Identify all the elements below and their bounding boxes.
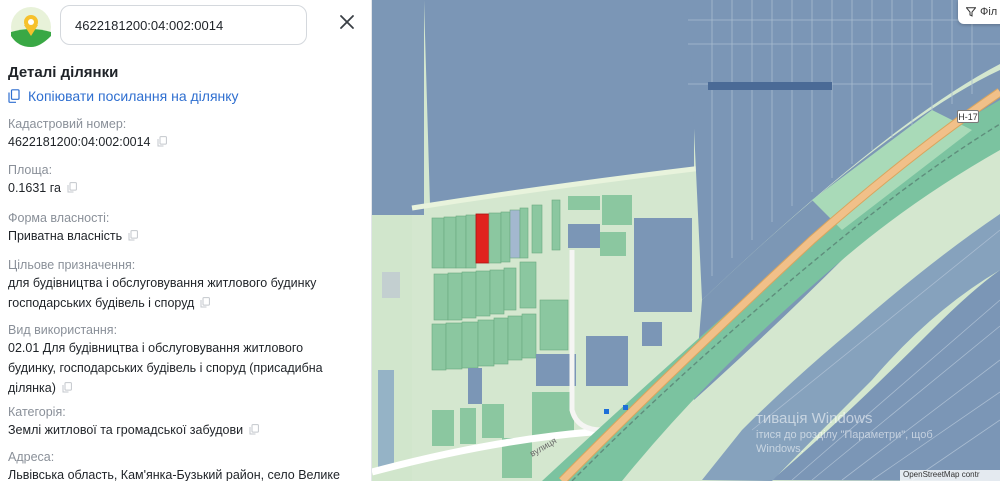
field-label: Кадастровий номер: [8,117,127,131]
land-parcel[interactable] [468,368,482,404]
map-canvas[interactable] [372,0,1000,481]
close-icon [340,15,354,29]
copy-icon[interactable] [157,136,167,147]
map-marker[interactable] [623,405,628,410]
field-value: Приватна власність [8,226,364,246]
field-usage-type: Вид використання: 02.01 Для будівництва … [8,322,364,398]
field-value: будинку, господарських будівель і споруд… [8,361,323,375]
field-value: господарських будівель і споруд [8,293,364,313]
field-value: 0.1631 га [8,178,364,198]
land-parcel[interactable] [634,262,692,312]
field-area: Площа: 0.1631 га [8,162,364,198]
close-button[interactable] [333,8,361,36]
land-parcel[interactable] [708,82,832,90]
search-input[interactable] [75,17,292,33]
copy-icon[interactable] [62,382,72,393]
field-cadastral-number: Кадастровий номер: 4622181200:04:002:001… [8,116,364,152]
copy-link-button[interactable]: Копіювати посилання на ділянку [8,88,239,104]
land-parcel[interactable] [372,0,424,215]
land-parcel[interactable] [568,224,600,248]
cadastral-map[interactable]: Філ Н-17 вулиця тивація Windows ітися до… [372,0,1000,481]
field-label: Адреса: [8,450,55,464]
land-parcel[interactable] [432,410,454,446]
road-number-badge: Н-17 [957,110,979,123]
windows-activation-watermark: тивація Windows ітися до розділу "Параме… [756,410,933,455]
copy-icon[interactable] [200,297,211,308]
field-label: Цільове призначення: [8,258,136,272]
land-parcel[interactable] [602,195,632,225]
land-parcel[interactable] [382,272,400,298]
land-parcel[interactable] [532,392,574,436]
land-parcel[interactable] [642,322,662,346]
field-label: Форма власності: [8,211,110,225]
search-field[interactable] [60,5,307,45]
land-parcel[interactable] [568,196,600,210]
details-panel: Деталі ділянки Копіювати посилання на ді… [0,0,372,481]
copy-icon[interactable] [249,424,259,435]
field-ownership: Форма власності: Приватна власність [8,210,364,246]
field-label: Площа: [8,163,53,177]
field-value: Львівська область, Кам'янка-Бузький райо… [8,468,340,481]
app-logo-icon[interactable] [10,6,52,48]
filter-button[interactable]: Філ [958,0,1000,24]
map-attribution[interactable]: OpenStreetMap contr [900,470,1000,481]
land-parcel[interactable] [586,336,628,386]
field-category: Категорія: Землі житлової та громадської… [8,404,364,440]
filter-label: Філ [980,6,998,18]
land-parcel[interactable] [600,232,626,256]
copy-icon[interactable] [67,182,77,193]
details-title: Деталі ділянки [8,64,119,81]
copy-icon [8,89,20,103]
map-marker[interactable] [604,409,609,414]
field-address: Адреса: Львівська область, Кам'янка-Бузь… [8,449,364,481]
selected-parcel[interactable] [475,213,490,264]
copy-link-label: Копіювати посилання на ділянку [28,88,239,104]
field-value: 4622181200:04:002:0014 [8,132,364,152]
land-parcel[interactable] [482,404,504,438]
field-purpose: Цільове призначення: для будівництва і о… [8,257,364,313]
field-label: Вид використання: [8,323,118,337]
land-parcel[interactable] [460,408,476,444]
field-value: для будівництва і обслуговування житлово… [8,276,317,290]
field-label: Категорія: [8,405,66,419]
field-value: ділянка) [8,378,364,398]
filter-icon [966,7,976,17]
copy-icon[interactable] [128,230,139,241]
field-value: Землі житлової та громадської забудови [8,420,364,440]
field-value: 02.01 Для будівництва і обслуговування ж… [8,341,304,355]
land-parcel[interactable] [634,218,692,262]
land-parcel[interactable] [378,370,394,470]
